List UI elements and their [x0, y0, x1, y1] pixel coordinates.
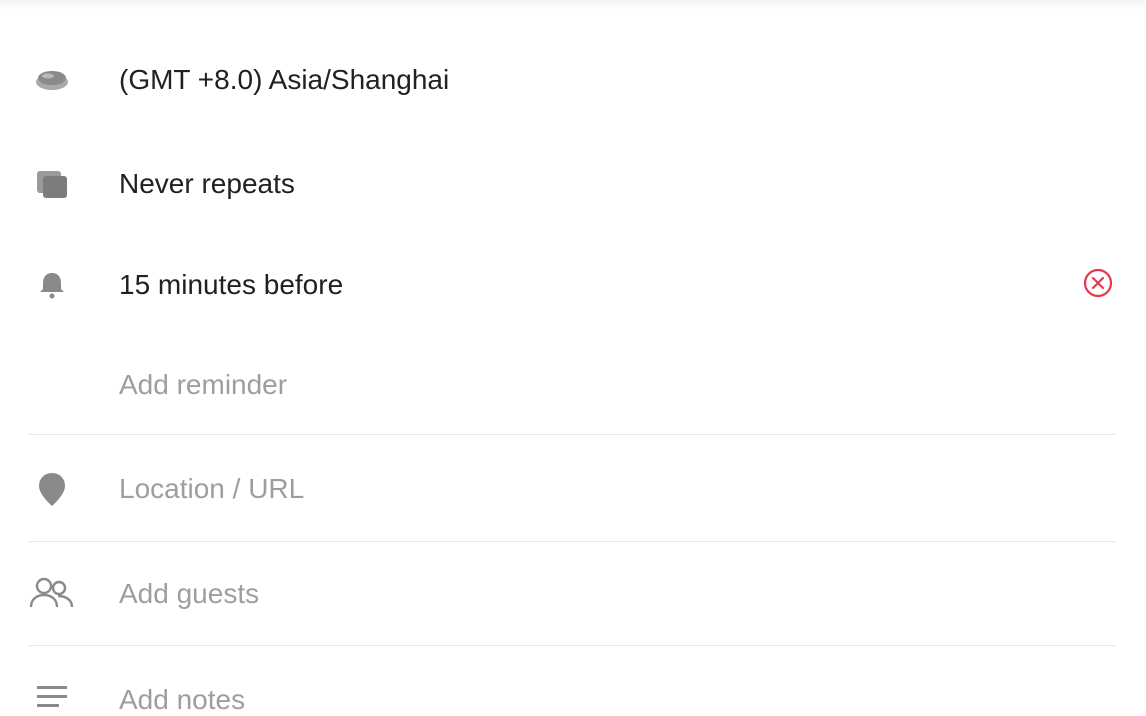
top-fade — [0, 0, 1146, 10]
timezone-label: (GMT +8.0) Asia/Shanghai — [119, 64, 450, 95]
repeat-row[interactable]: Never repeats — [0, 158, 1146, 210]
event-details-screen: (GMT +8.0) Asia/Shanghai Never repeats 1… — [0, 0, 1146, 716]
close-circle-icon — [1082, 267, 1114, 304]
notes-field[interactable]: Add notes — [119, 684, 245, 716]
timezone-row[interactable]: (GMT +8.0) Asia/Shanghai — [0, 54, 1146, 106]
divider — [28, 645, 1116, 646]
guests-row[interactable]: Add guests — [0, 568, 1146, 620]
location-pin-icon — [28, 465, 76, 513]
divider — [28, 541, 1116, 542]
divider — [28, 434, 1116, 435]
notes-icon — [28, 672, 76, 716]
repeat-icon — [28, 160, 76, 208]
repeat-label: Never repeats — [119, 168, 295, 199]
bell-icon — [28, 261, 76, 309]
reminder-row[interactable]: 15 minutes before — [0, 259, 1146, 311]
location-field[interactable]: Location / URL — [119, 473, 304, 505]
reminder-label: 15 minutes before — [119, 269, 344, 300]
add-reminder-label: Add reminder — [119, 369, 288, 400]
location-row[interactable]: Location / URL — [0, 463, 1146, 515]
add-reminder-row[interactable]: Add reminder — [0, 359, 1146, 411]
notes-row[interactable]: Add notes — [0, 674, 1146, 716]
globe-icon — [28, 56, 76, 104]
guests-field[interactable]: Add guests — [119, 578, 259, 610]
people-icon — [28, 570, 76, 618]
clear-reminder-button[interactable] — [1078, 265, 1118, 305]
